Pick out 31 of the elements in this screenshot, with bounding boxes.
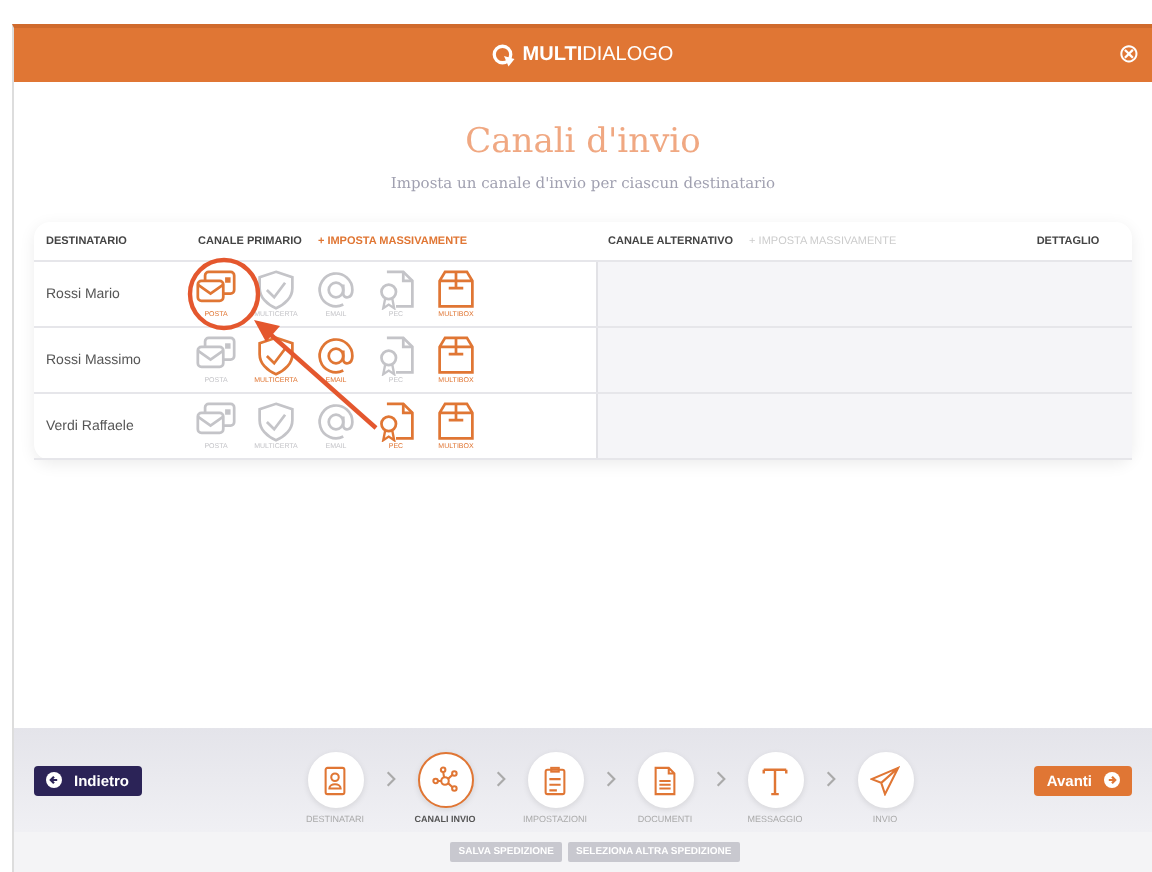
logo-icon [492, 43, 517, 67]
text-icon [760, 765, 790, 795]
close-button[interactable]: ⊗ [1118, 40, 1140, 68]
certificate-icon [374, 401, 418, 441]
shield-check-icon [254, 335, 298, 375]
paper-plane-icon [870, 765, 900, 795]
package-icon [434, 269, 478, 309]
at-sign-icon [314, 401, 358, 441]
network-icon [430, 765, 460, 795]
arrow-left-icon [46, 772, 62, 788]
step-button[interactable] [417, 752, 473, 808]
shield-check-icon [254, 269, 298, 309]
document-icon [650, 765, 680, 795]
shield-check-icon [254, 401, 298, 441]
contact-card-icon [320, 765, 350, 795]
page-title: Canali d'invio [463, 122, 703, 162]
certificate-icon [374, 335, 418, 375]
chevron-icon [605, 769, 615, 787]
at-sign-icon [314, 269, 358, 309]
package-icon [434, 335, 478, 375]
chevron-icon [495, 769, 505, 787]
chevron-icon [715, 769, 725, 787]
pointer-arrow [254, 320, 378, 430]
at-sign-icon [314, 335, 358, 375]
logo-text: MULTIDIALOGO [522, 44, 674, 66]
clipboard-icon [540, 765, 570, 795]
chevron-icon [385, 769, 395, 787]
certificate-icon [374, 269, 418, 309]
arrow-right-icon [1104, 772, 1120, 788]
chevron-icon [825, 769, 835, 787]
package-icon [434, 401, 478, 441]
